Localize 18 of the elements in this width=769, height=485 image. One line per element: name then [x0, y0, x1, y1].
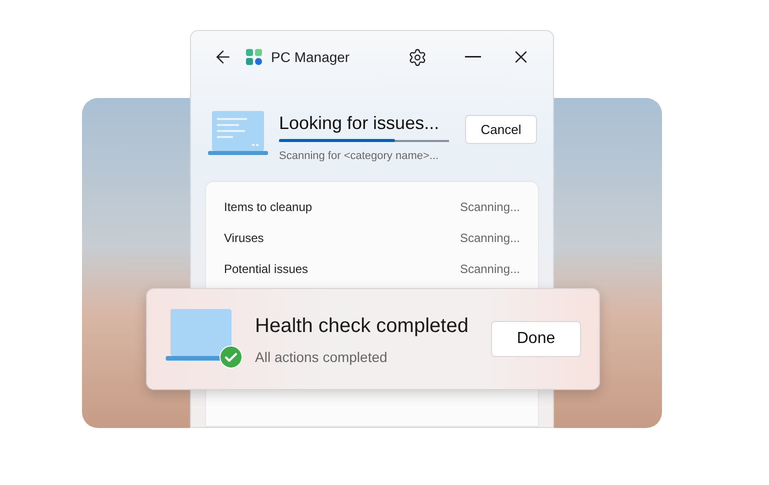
scan-item-status: Scanning... — [460, 230, 520, 246]
scan-title: Looking for issues... — [279, 112, 440, 135]
scan-item-label: Viruses — [224, 230, 264, 246]
scan-item-label: Potential issues — [224, 260, 308, 278]
settings-icon — [408, 48, 427, 66]
notification-subtitle: All actions completed — [255, 348, 388, 367]
done-button[interactable]: Done — [491, 321, 581, 357]
cancel-button[interactable]: Cancel — [465, 115, 537, 144]
check-icon — [219, 345, 243, 369]
scan-item-status: Scanning... — [460, 260, 520, 278]
laptop-icon — [207, 111, 269, 157]
scan-item-status: Scanning... — [460, 198, 520, 216]
notification-title: Health check completed — [255, 314, 468, 338]
scan-item-label: Items to cleanup — [224, 198, 312, 216]
scan-subtitle: Scanning for <category name>... — [279, 149, 440, 164]
app-logo-icon — [245, 48, 263, 66]
minimize-icon — [465, 56, 481, 58]
window-title: PC Manager — [271, 48, 350, 67]
